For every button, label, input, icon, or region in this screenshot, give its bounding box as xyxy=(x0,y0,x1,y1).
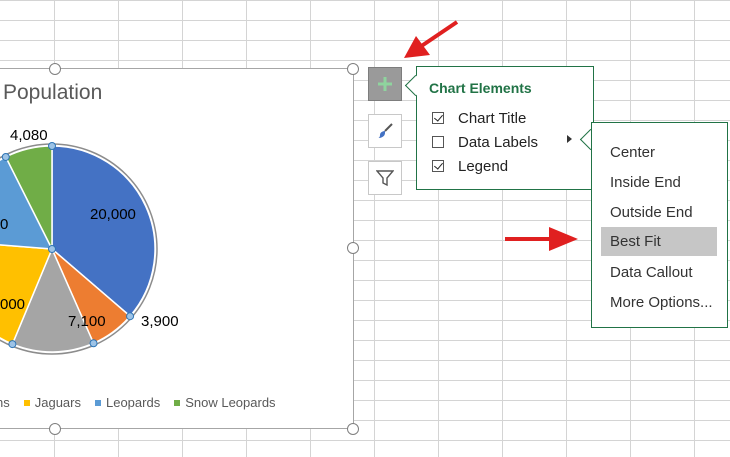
chart-elements-button[interactable] xyxy=(368,67,402,101)
submenu-arrow-icon[interactable] xyxy=(567,135,572,143)
legend-option[interactable]: Legend xyxy=(432,156,508,176)
legend-label: Jaguars xyxy=(34,395,81,410)
legend-swatch xyxy=(174,399,181,406)
resize-handle-right[interactable] xyxy=(347,242,359,254)
menu-item-more-options[interactable]: More Options... xyxy=(601,288,717,317)
selection-point xyxy=(1,152,10,161)
data-label-leopards[interactable]: 0 xyxy=(0,216,8,233)
selection-point xyxy=(8,340,17,349)
legend-item: Jaguars xyxy=(23,395,81,410)
legend-item: Leopards xyxy=(94,395,161,410)
legend-swatch xyxy=(94,399,101,406)
data-label-orange-slice[interactable]: 3,900 xyxy=(141,313,179,330)
data-labels-submenu: Center Inside End Outside End Best Fit D… xyxy=(591,122,728,328)
chart-title-option[interactable]: Chart Title xyxy=(432,108,526,128)
data-labels-option[interactable]: Data Labels xyxy=(432,132,538,152)
chart-filters-button[interactable] xyxy=(368,161,402,195)
chart-title[interactable]: Population xyxy=(3,81,102,105)
resize-handle-top[interactable] xyxy=(49,63,61,75)
chart-elements-panel: Chart Elements Chart Title Data Labels L… xyxy=(416,66,594,190)
resize-handle-top-right[interactable] xyxy=(347,63,359,75)
data-label-gray-slice[interactable]: 7,100 xyxy=(68,313,106,330)
selection-point xyxy=(89,339,98,348)
data-labels-checkbox[interactable] xyxy=(432,136,444,148)
menu-item-outside-end[interactable]: Outside End xyxy=(601,198,717,227)
menu-item-inside-end[interactable]: Inside End xyxy=(601,168,717,197)
data-labels-label: Data Labels xyxy=(458,133,539,151)
resize-handle-bottom-right[interactable] xyxy=(347,423,359,435)
data-label-jaguars[interactable]: 000 xyxy=(0,296,25,313)
legend-label: Legend xyxy=(458,157,509,175)
menu-item-best-fit[interactable]: Best Fit xyxy=(601,227,717,256)
filter-icon xyxy=(376,170,394,187)
legend-label: Leopards xyxy=(105,395,161,410)
legend-label: ns xyxy=(0,395,10,410)
chart-title-label: Chart Title xyxy=(458,109,527,127)
menu-item-center[interactable]: Center xyxy=(601,138,717,167)
plus-icon xyxy=(378,77,392,91)
legend-checkbox[interactable] xyxy=(432,160,444,172)
legend-item: ns xyxy=(0,395,10,410)
data-label-large-slice[interactable]: 20,000 xyxy=(90,206,136,223)
paintbrush-icon xyxy=(378,123,393,138)
resize-handle-bottom[interactable] xyxy=(49,423,61,435)
chart-title-checkbox[interactable] xyxy=(432,112,444,124)
selection-point xyxy=(48,245,56,253)
legend-swatch xyxy=(23,399,30,406)
menu-item-data-callout[interactable]: Data Callout xyxy=(601,258,717,287)
legend-label: Snow Leopards xyxy=(185,395,276,410)
panel-title: Chart Elements xyxy=(429,80,532,96)
chart-legend[interactable]: ns Jaguars Leopards Snow Leopards xyxy=(0,395,276,410)
legend-item: Snow Leopards xyxy=(174,395,276,410)
chart-styles-button[interactable] xyxy=(368,114,402,148)
data-label-snow-leopards[interactable]: 4,080 xyxy=(10,127,48,144)
selection-point xyxy=(126,312,135,321)
selection-point xyxy=(48,142,56,150)
